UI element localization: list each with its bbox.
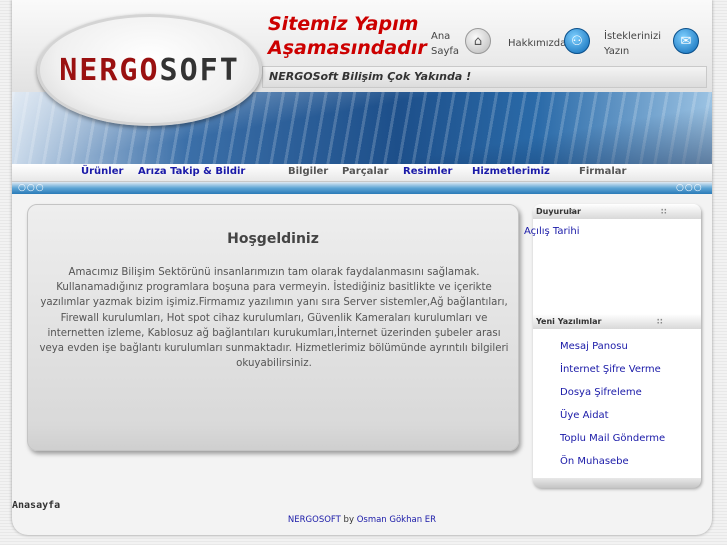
grip-icon: ∷ bbox=[657, 317, 663, 326]
home-icon[interactable]: ⌂ bbox=[465, 28, 491, 54]
footer-credit: NERGOSOFT by Osman Gökhan ER bbox=[12, 515, 712, 525]
software-item[interactable]: Dosya Şifreleme bbox=[560, 387, 642, 398]
headline: Sitemiz Yapım Aşamasındadır bbox=[268, 12, 427, 60]
nav-item-hizmetlerimiz[interactable]: Hizmetlerimiz bbox=[472, 166, 550, 177]
nav-item-urunler[interactable]: Ürünler bbox=[81, 166, 123, 177]
main-nav: Ürünler Arıza Takip & Bildir Bilgiler Pa… bbox=[12, 164, 712, 182]
mail-icon[interactable]: ✉ bbox=[673, 28, 699, 54]
grip-icon: ∷ bbox=[570, 207, 576, 216]
footer-label: Anasayfa bbox=[12, 500, 61, 511]
software-item[interactable]: Ön Muhasebe bbox=[560, 456, 629, 467]
new-software-header: Yeni Yazılımlar ∷ bbox=[533, 314, 701, 329]
announcement-item[interactable]: Açılış Tarihi bbox=[524, 226, 579, 237]
people-icon[interactable]: ⚇ bbox=[564, 28, 590, 54]
announcements-header: Duyurular ∷ ∷ bbox=[533, 204, 701, 219]
requests-link-line-2: Yazın bbox=[604, 46, 630, 57]
software-item[interactable]: Üye Aidat bbox=[560, 410, 609, 421]
footer-brand[interactable]: NERGOSOFT bbox=[288, 515, 341, 525]
requests-link-line-1: İsteklerinizi bbox=[604, 31, 661, 42]
footer-author[interactable]: Osman Gökhan ER bbox=[357, 515, 436, 525]
side-panel-footer bbox=[533, 478, 701, 488]
nav-item-ariza-takip[interactable]: Arıza Takip & Bildir bbox=[138, 166, 245, 177]
footer-by: by bbox=[340, 515, 357, 525]
nav-item-bilgiler[interactable]: Bilgiler bbox=[288, 166, 328, 177]
nav-divider-bar bbox=[12, 182, 712, 194]
headline-line-2: Aşamasındadır bbox=[268, 37, 427, 59]
welcome-title: Hoşgeldiniz bbox=[227, 231, 319, 247]
dots-decoration-right: ○○○ bbox=[676, 183, 703, 193]
nav-item-firmalar[interactable]: Firmalar bbox=[579, 166, 626, 177]
welcome-text: Amacımız Bilişim Sektörünü insanlarımızı… bbox=[39, 267, 509, 370]
logo-text-part-2: SOFT bbox=[159, 52, 240, 88]
grip-icon: ∷ bbox=[661, 207, 667, 216]
logo[interactable]: NERGOSOFT bbox=[37, 14, 262, 126]
welcome-box: Hoşgeldiniz Amacımız Bilişim Sektörünü i… bbox=[27, 204, 519, 451]
nav-item-parcalar[interactable]: Parçalar bbox=[342, 166, 389, 177]
software-item[interactable]: İnternet Şifre Verme bbox=[560, 364, 661, 375]
home-link[interactable]: Ana Sayfa bbox=[431, 29, 459, 59]
dots-decoration-left: ○○○ bbox=[18, 183, 45, 193]
nav-item-resimler[interactable]: Resimler bbox=[403, 166, 452, 177]
slogan-bar: NERGOSoft Bilişim Çok Yakında ! bbox=[262, 66, 707, 88]
logo-text-part-1: NERGO bbox=[59, 52, 160, 88]
new-software-title: Yeni Yazılımlar bbox=[536, 317, 602, 326]
software-item[interactable]: Toplu Mail Gönderme bbox=[560, 433, 665, 444]
headline-line-1: Sitemiz Yapım bbox=[268, 13, 419, 35]
home-link-line-2: Sayfa bbox=[431, 46, 460, 57]
home-link-line-1: Ana bbox=[431, 31, 451, 42]
requests-link[interactable]: İsteklerinizi Yazın bbox=[604, 29, 661, 59]
software-item[interactable]: Mesaj Panosu bbox=[560, 341, 628, 352]
about-link[interactable]: Hakkımızda bbox=[508, 36, 566, 51]
page-frame: Sitemiz Yapım Aşamasındadır Ana Sayfa ⌂ … bbox=[12, 0, 712, 535]
